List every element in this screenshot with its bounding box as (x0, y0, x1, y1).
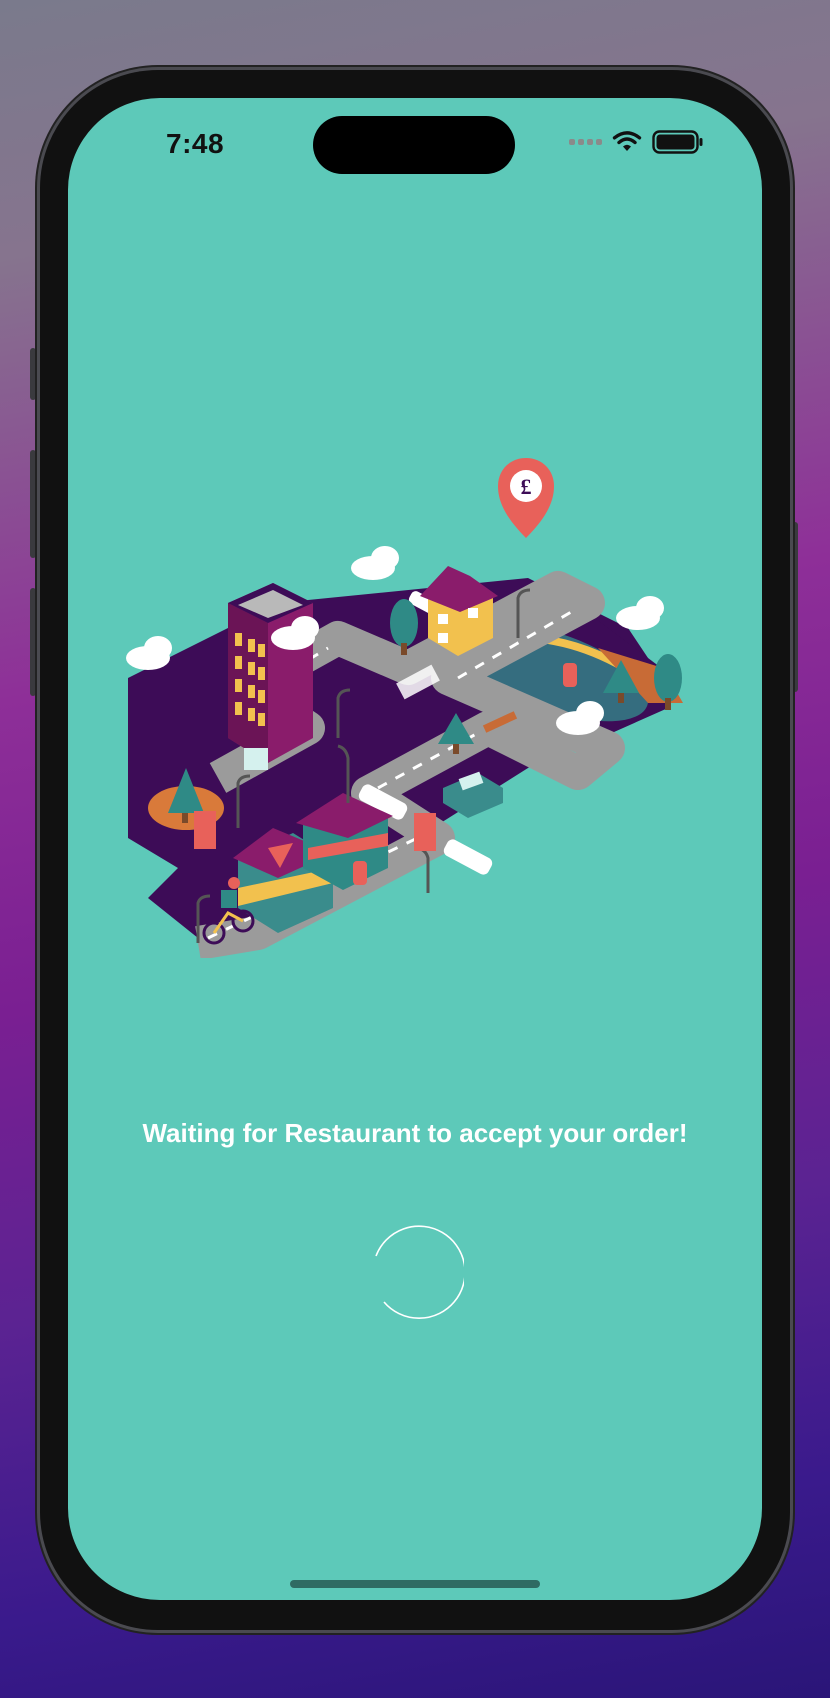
volume-up-button (30, 450, 36, 558)
battery-icon (652, 130, 703, 154)
wifi-icon (612, 131, 642, 151)
cellular-signal-icon (569, 139, 602, 145)
dynamic-island (313, 116, 515, 174)
status-time: 7:48 (166, 128, 225, 159)
waiting-message: Waiting for Restaurant to accept your or… (142, 1118, 688, 1148)
silent-switch (30, 348, 36, 400)
city-illustration: £ (126, 458, 683, 958)
location-pin-icon: £ (498, 458, 554, 538)
pin-symbol: £ (521, 474, 532, 499)
app-screen: 7:48 £ Waiting for Restaurant to accept … (68, 98, 762, 1600)
loading-spinner-icon (375, 1225, 464, 1320)
power-button (792, 522, 798, 692)
status-icons (569, 130, 704, 154)
home-indicator[interactable] (290, 1580, 540, 1588)
volume-down-button (30, 588, 36, 696)
